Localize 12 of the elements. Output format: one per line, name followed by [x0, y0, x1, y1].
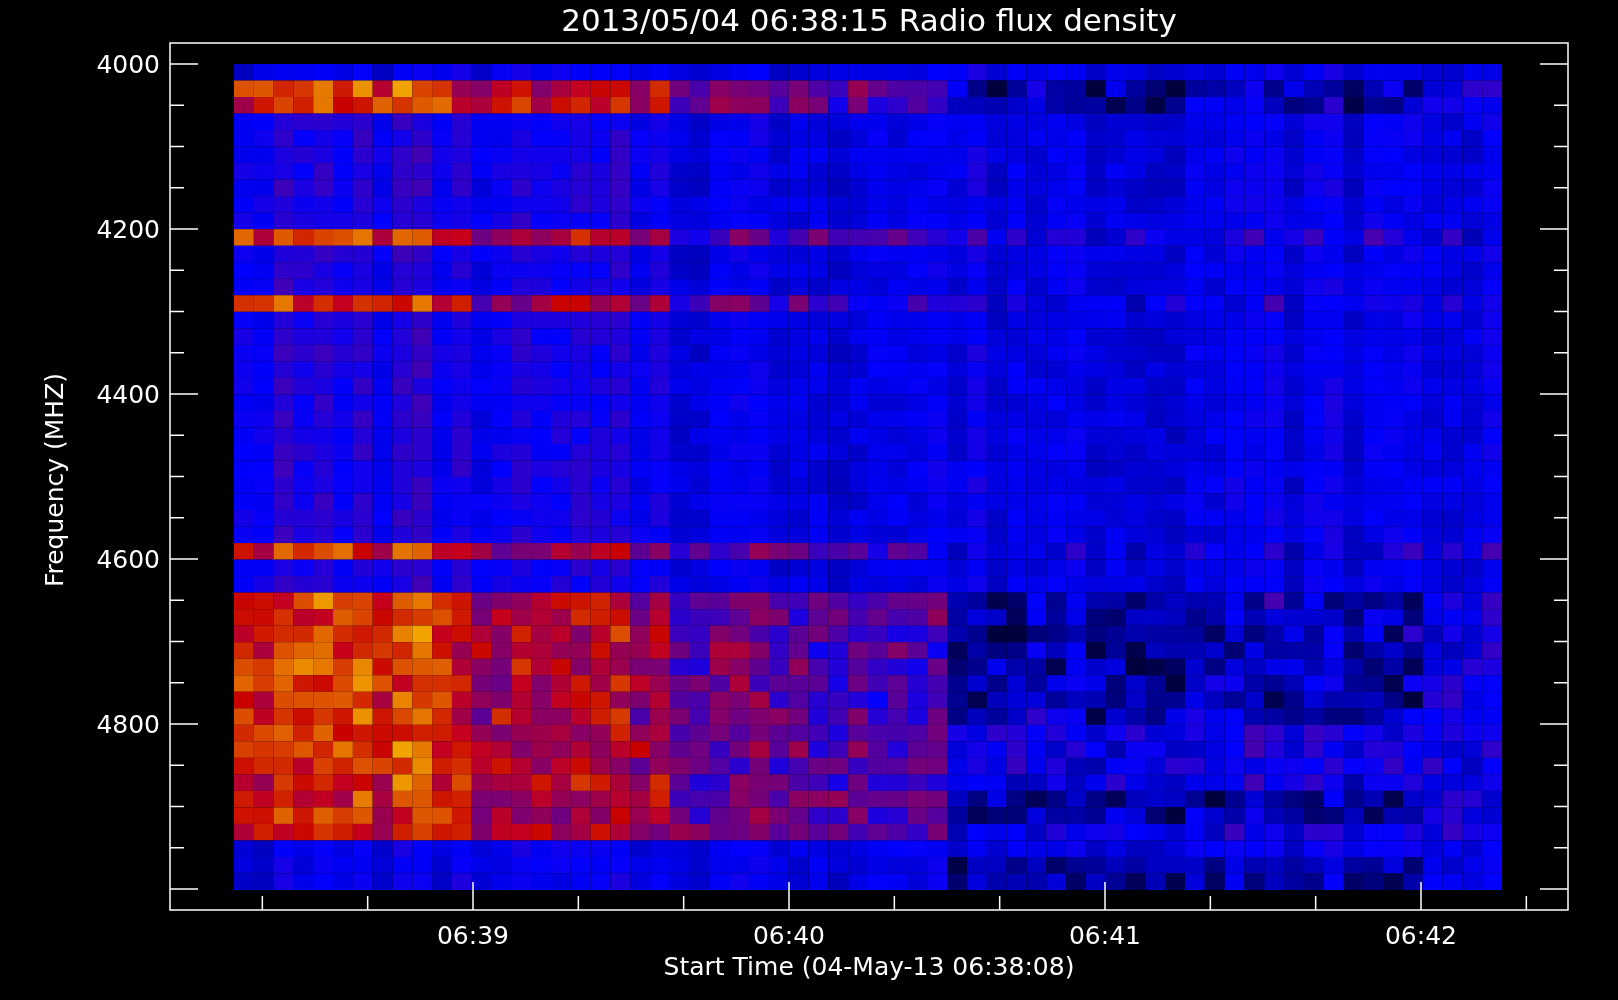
chart-title: 2013/05/04 06:38:15 Radio flux density: [561, 2, 1177, 38]
y-tick-label: 4600: [96, 545, 160, 574]
x-tick-label: 06:39: [437, 921, 509, 950]
y-tick-label: 4200: [96, 215, 160, 244]
y-tick-label: 4000: [96, 50, 160, 79]
y-axis-label: Frequency (MHZ): [40, 372, 69, 588]
x-tick-label: 06:40: [753, 921, 825, 950]
y-tick-label: 4400: [96, 380, 160, 409]
x-tick-label: 06:42: [1385, 921, 1457, 950]
x-axis-label: Start Time (04-May-13 06:38:08): [663, 952, 1075, 981]
x-tick-label: 06:41: [1069, 921, 1141, 950]
y-tick-label: 4800: [96, 710, 160, 739]
